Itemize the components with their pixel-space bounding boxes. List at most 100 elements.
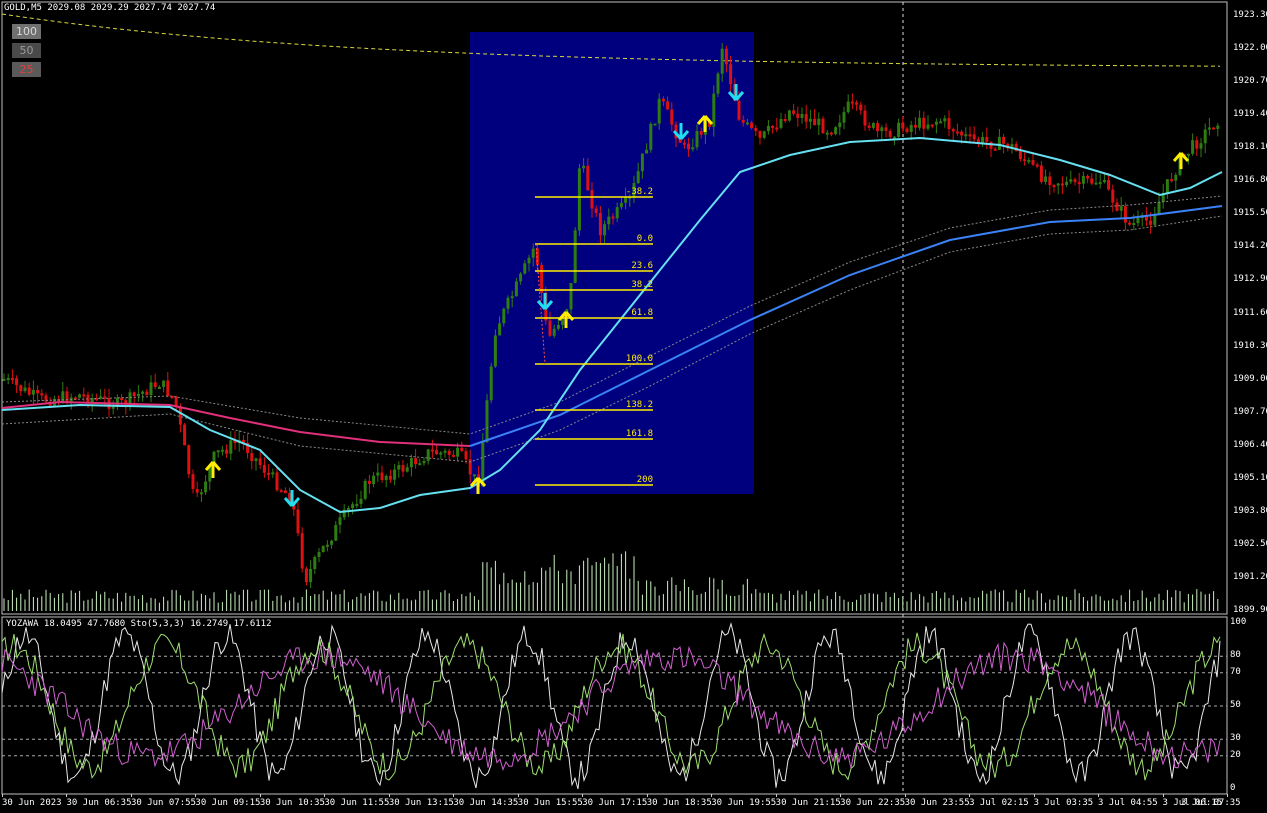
time-tick-label: 30 Jun 11:55: [324, 798, 390, 808]
candle-body: [775, 127, 779, 130]
time-tick-label: 30 Jun 18:35: [646, 798, 712, 808]
candle-body: [1048, 176, 1052, 186]
candle-body: [691, 147, 695, 150]
candle-body: [800, 114, 804, 118]
candle-body: [1119, 206, 1123, 211]
candle-body: [649, 123, 653, 150]
zoom-50-button[interactable]: 50: [12, 43, 41, 58]
candle-body: [947, 118, 951, 129]
time-tick-label: 3 Jul 02:15: [969, 798, 1029, 808]
time-tick-label: 30 Jun 17:15: [582, 798, 648, 808]
time-tick-label: 30 Jun 2023: [2, 798, 62, 808]
candle-body: [636, 171, 640, 183]
candle-body: [1212, 127, 1216, 130]
time-tick-label: 30 Jun 13:15: [388, 798, 454, 808]
candle-body: [766, 125, 770, 132]
candle-body: [985, 137, 989, 142]
price-tick-label: 1901.20: [1233, 571, 1267, 582]
candle-body: [850, 101, 854, 104]
candle-body: [384, 475, 388, 481]
zoom-25-button[interactable]: 25: [12, 62, 41, 77]
candle-body: [250, 453, 254, 461]
candle-body: [1035, 164, 1039, 167]
time-tick-mark: [517, 794, 519, 797]
candle-body: [695, 131, 699, 148]
candle-body: [724, 48, 728, 65]
candle-body: [1216, 125, 1220, 129]
oscillator-tick-label: 30: [1230, 733, 1241, 744]
candle-body: [141, 391, 145, 394]
time-tick-label: 3 Jul 07:35: [1181, 798, 1241, 808]
candle-body: [741, 119, 745, 123]
price-tick-label: 1920.70: [1233, 76, 1267, 87]
candle-body: [607, 216, 611, 225]
time-tick-label: 30 Jun 19:55: [711, 798, 777, 808]
candle-body: [783, 119, 787, 121]
candle-body: [909, 124, 913, 132]
price-chart[interactable]: -38.20.023.638.261.8100.0138.2161.8200: [0, 0, 1267, 813]
candle-body: [1203, 129, 1207, 144]
candle-body: [111, 406, 115, 409]
candle-body: [346, 508, 350, 511]
candle-body: [586, 165, 590, 191]
candle-body: [666, 101, 670, 110]
fib-label: 100.0: [626, 354, 653, 364]
time-tick-mark: [711, 794, 713, 797]
candle-body: [149, 382, 153, 396]
time-tick-mark: [969, 794, 971, 797]
time-tick-label: 30 Jun 07:55: [130, 798, 196, 808]
candle-body: [758, 131, 762, 138]
candle-body: [439, 452, 443, 455]
candle-body: [262, 465, 266, 473]
candle-body: [229, 440, 233, 454]
time-tick-mark: [66, 794, 68, 797]
candle-body: [687, 143, 691, 150]
candle-body: [523, 263, 527, 274]
candle-body: [884, 127, 888, 131]
candle-body: [355, 503, 359, 506]
oscillator-tick-label: 20: [1230, 749, 1241, 760]
candle-body: [19, 385, 23, 392]
time-tick-mark: [582, 794, 584, 797]
candle-body: [540, 264, 544, 293]
candle-body: [204, 481, 208, 493]
candle-body: [834, 127, 838, 135]
sell-arrow-icon: [283, 490, 301, 507]
candle-body: [313, 557, 317, 569]
price-tick-label: 1919.40: [1233, 109, 1267, 120]
candle-body: [796, 113, 800, 118]
price-tick-label: 1916.80: [1233, 175, 1267, 186]
candle-body: [376, 472, 380, 476]
candle-body: [548, 320, 552, 336]
candle-body: [615, 207, 619, 219]
oscillator-tick-label: 0: [1230, 783, 1236, 793]
candle-body: [1056, 183, 1060, 186]
candle-body: [888, 131, 892, 137]
time-tick-label: 30 Jun 14:35: [453, 798, 519, 808]
candle-body: [863, 110, 867, 126]
time-tick-label: 30 Jun 09:15: [195, 798, 261, 808]
candle-body: [531, 248, 535, 258]
time-tick-label: 30 Jun 23:55: [904, 798, 970, 808]
candle-body: [258, 458, 262, 465]
candle-body: [309, 569, 313, 583]
price-tick-label: 1912.90: [1233, 274, 1267, 285]
candle-body: [78, 394, 82, 398]
zoom-100-button[interactable]: 100: [12, 24, 41, 39]
candle-body: [514, 281, 518, 297]
candle-body: [577, 168, 581, 231]
time-tick-mark: [453, 794, 455, 797]
candle-body: [745, 122, 749, 125]
oscillator-tick-label: 80: [1230, 650, 1241, 661]
oscillator-panel[interactable]: [1, 616, 1228, 795]
candle-body: [1123, 206, 1127, 223]
candle-body: [1090, 178, 1094, 184]
candle-body: [271, 472, 275, 475]
candle-body: [859, 104, 863, 111]
time-tick-mark: [1098, 794, 1100, 797]
price-tick-label: 1914.20: [1233, 241, 1267, 252]
candle-body: [787, 110, 791, 121]
buy-arrow-icon: [204, 461, 222, 478]
candle-body: [82, 394, 86, 397]
symbol-header: GOLD,M5 2029.08 2029.29 2027.74 2027.74: [4, 3, 216, 13]
